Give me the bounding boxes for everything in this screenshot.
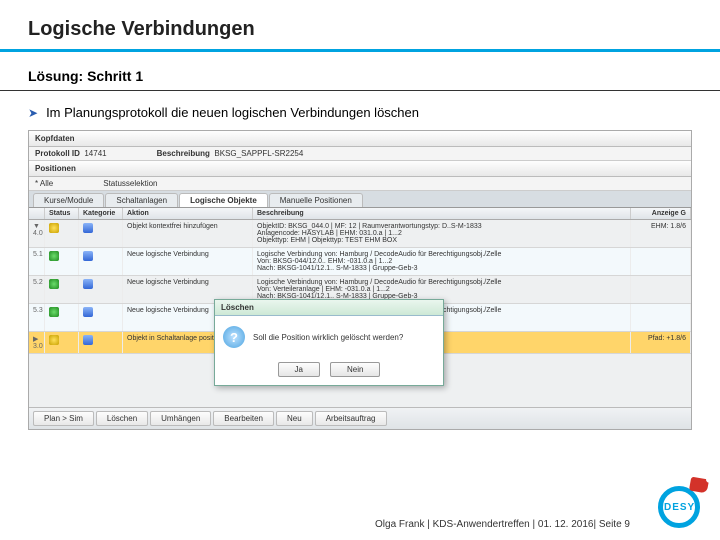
bullet-text: Im Planungsprotokoll die neuen logischen…	[46, 105, 419, 120]
question-icon: ?	[223, 326, 245, 348]
dialog-no-button[interactable]: Nein	[330, 362, 380, 377]
slide-title: Logische Verbindungen	[0, 0, 720, 49]
col-kategorie: Kategorie	[79, 208, 123, 219]
table-row[interactable]: ▼ 4.0 Objekt kontextfrei hinzufügen Obje…	[29, 220, 691, 248]
row-kat	[79, 332, 123, 353]
row-idx: 5.2	[29, 276, 45, 303]
btn-loeschen[interactable]: Löschen	[96, 411, 148, 426]
row-desc: Logische Verbindung von: Hamburg / Decod…	[253, 248, 631, 275]
row-desc: ObjektID: BKSG_044.0 | MF: 12 | Raumvera…	[253, 220, 631, 247]
desc-value: BKSG_SAPPFL-SR2254	[214, 149, 303, 158]
proto-value: 14741	[84, 149, 106, 158]
row-idx: ▶ 3.0	[29, 332, 45, 353]
bottom-toolbar: Plan > Sim Löschen Umhängen Bearbeiten N…	[29, 407, 691, 429]
shield-icon	[49, 279, 59, 289]
col-idx	[29, 208, 45, 219]
table-row[interactable]: 5.1 Neue logische Verbindung Logische Ve…	[29, 248, 691, 276]
proto-label: Protokoll ID	[35, 149, 80, 158]
btn-bearbeiten[interactable]: Bearbeiten	[213, 411, 274, 426]
row-kat	[79, 220, 123, 247]
dialog-message: Soll die Position wirklich gelöscht werd…	[253, 333, 403, 342]
logo-text: DESY	[664, 502, 695, 513]
category-icon	[83, 223, 93, 233]
row-anz: Pfad: +1.8/6	[631, 332, 691, 353]
header-row: Protokoll ID 14741 Beschreibung BKSG_SAP…	[29, 147, 691, 161]
slide-footer: Olga Frank | KDS-Anwendertreffen | 01. 1…	[375, 519, 630, 530]
tab-logische-objekte[interactable]: Logische Objekte	[179, 193, 268, 207]
bullet-arrow-icon: ➤	[28, 106, 38, 120]
category-icon	[83, 335, 93, 345]
btn-umhaengen[interactable]: Umhängen	[150, 411, 211, 426]
app-screenshot: Kopfdaten Protokoll ID 14741 Beschreibun…	[28, 130, 692, 430]
positions-filter-row: * Alle Statusselektion	[29, 177, 691, 191]
row-status	[45, 332, 79, 353]
btn-neu[interactable]: Neu	[276, 411, 313, 426]
dialog-title: Löschen	[215, 300, 443, 316]
subtitle: Lösung: Schritt 1	[0, 52, 720, 84]
row-status	[45, 248, 79, 275]
row-aktion: Objekt kontextfrei hinzufügen	[123, 220, 253, 247]
santa-hat-icon	[689, 477, 709, 494]
tab-schaltanlagen[interactable]: Schaltanlagen	[105, 193, 178, 207]
tab-manuelle-positionen[interactable]: Manuelle Positionen	[269, 193, 363, 207]
desy-logo: DESY	[652, 480, 706, 534]
category-icon	[83, 251, 93, 261]
row-status	[45, 304, 79, 331]
tab-row: Kurse/Module Schaltanlagen Logische Obje…	[29, 191, 691, 208]
shield-icon	[49, 335, 59, 345]
positions-band: Positionen	[29, 161, 691, 177]
row-anz: EHM: 1.8/6	[631, 220, 691, 247]
row-kat	[79, 248, 123, 275]
btn-arbeitsauftrag[interactable]: Arbeitsauftrag	[315, 411, 387, 426]
col-status: Status	[45, 208, 79, 219]
category-icon	[83, 279, 93, 289]
row-status	[45, 276, 79, 303]
confirm-dialog: Löschen ? Soll die Position wirklich gel…	[214, 299, 444, 386]
bullet-line: ➤ Im Planungsprotokoll die neuen logisch…	[0, 91, 720, 130]
desc-label: Beschreibung	[157, 149, 210, 158]
header-band: Kopfdaten	[29, 131, 691, 147]
row-status	[45, 220, 79, 247]
shield-icon	[49, 251, 59, 261]
row-anz	[631, 248, 691, 275]
row-anz	[631, 276, 691, 303]
row-anz	[631, 304, 691, 331]
row-kat	[79, 276, 123, 303]
btn-plan-sim[interactable]: Plan > Sim	[33, 411, 94, 426]
dialog-yes-button[interactable]: Ja	[278, 362, 320, 377]
row-idx: 5.3	[29, 304, 45, 331]
category-icon	[83, 307, 93, 317]
restriction-value: * Alle	[35, 179, 53, 188]
col-anzeige: Anzeige G	[631, 208, 691, 219]
col-aktion: Aktion	[123, 208, 253, 219]
grid-header: Status Kategorie Aktion Beschreibung Anz…	[29, 208, 691, 220]
row-aktion: Neue logische Verbindung	[123, 248, 253, 275]
row-idx: 5.1	[29, 248, 45, 275]
col-beschreibung: Beschreibung	[253, 208, 631, 219]
shield-icon	[49, 223, 59, 233]
row-kat	[79, 304, 123, 331]
tab-kurse[interactable]: Kurse/Module	[33, 193, 104, 207]
row-idx: ▼ 4.0	[29, 220, 45, 247]
status-filter-label: Statusselektion	[103, 179, 157, 188]
shield-icon	[49, 307, 59, 317]
